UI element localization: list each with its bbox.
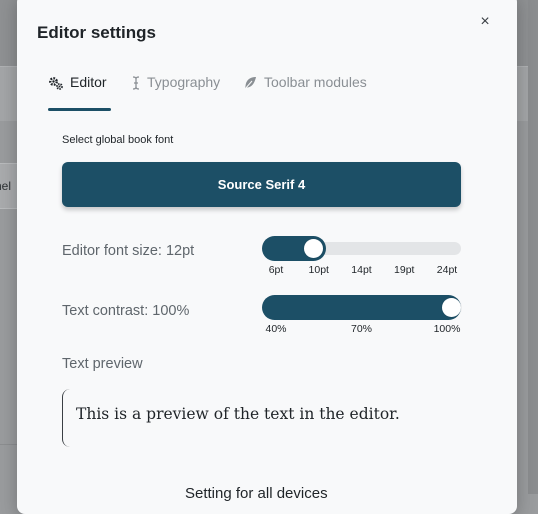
editor-settings-dialog: Editor settings × Editor Typography Tool… — [17, 0, 517, 514]
text-preview-label: Text preview — [62, 356, 143, 372]
text-contrast-tick: 70% — [350, 323, 373, 335]
tab-editor[interactable]: Editor — [48, 74, 111, 112]
font-size-tick: 14pt — [351, 264, 372, 276]
tab-typography-label: Typography — [147, 74, 221, 90]
tab-editor-label: Editor — [70, 74, 107, 90]
font-size-tick: 19pt — [394, 264, 415, 276]
text-preview-content: This is a preview of the text in the edi… — [76, 405, 400, 423]
font-size-tick: 6pt — [268, 264, 284, 276]
text-cursor-icon — [131, 75, 141, 91]
font-size-slider-thumb[interactable] — [303, 239, 323, 258]
text-contrast-tick: 40% — [265, 323, 287, 335]
text-contrast-slider-thumb[interactable] — [441, 298, 461, 317]
font-select-label: Select global book font — [62, 134, 174, 146]
tab-toolbar-modules-label: Toolbar modules — [264, 74, 367, 90]
text-contrast-slider[interactable] — [262, 295, 461, 320]
dialog-title: Editor settings — [37, 23, 157, 42]
font-size-tick: 24pt — [436, 264, 458, 276]
close-button[interactable]: × — [475, 12, 495, 32]
tab-typography[interactable]: Typography — [131, 74, 220, 112]
font-select-button[interactable]: Source Serif 4 — [62, 162, 461, 207]
text-contrast-slider-fill — [262, 295, 461, 320]
background-panel-tab-label: nel — [0, 179, 12, 193]
text-contrast-tick: 100% — [433, 323, 461, 335]
tab-toolbar-modules[interactable]: Toolbar modules — [242, 74, 367, 112]
font-size-label: Editor font size: 12pt — [62, 243, 195, 259]
font-size-ticks: 6pt 10pt 14pt 19pt 24pt — [262, 264, 461, 278]
font-size-tick: 10pt — [308, 264, 329, 276]
close-icon: × — [480, 13, 490, 30]
text-preview-box: This is a preview of the text in the edi… — [62, 389, 462, 447]
text-contrast-label: Text contrast: 100% — [62, 303, 190, 319]
text-contrast-ticks: 40% 70% 100% — [262, 323, 461, 337]
background-scrollbar — [528, 0, 538, 494]
feather-icon — [242, 75, 258, 91]
font-size-slider[interactable] — [262, 236, 461, 261]
gears-icon — [48, 75, 64, 91]
